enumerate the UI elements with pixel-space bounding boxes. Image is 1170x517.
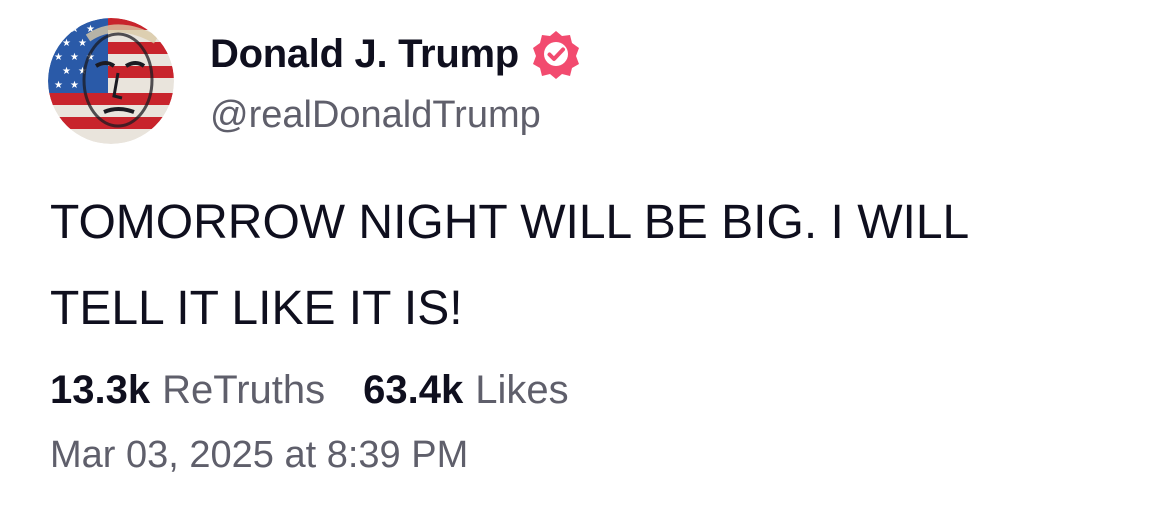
avatar[interactable]: ★ ★ ★ ★ ★ ★ ★ ★ ★ ★ ★ ★: [48, 18, 174, 144]
post-card: ★★★ ★★ ★★★ ★★ ★★ Donald J. Trump: [0, 0, 1170, 517]
display-name[interactable]: Donald J. Trump: [210, 32, 519, 77]
author-row: Donald J. Trump: [210, 28, 581, 80]
svg-text:★: ★: [54, 52, 63, 63]
avatar-image: ★ ★ ★ ★ ★ ★ ★ ★ ★ ★ ★ ★: [48, 18, 174, 144]
svg-text:★: ★: [54, 80, 63, 91]
retruths-count: 13.3k: [50, 368, 151, 412]
likes-label: Likes: [475, 368, 569, 412]
svg-text:★: ★: [54, 24, 63, 35]
likes-count: 63.4k: [363, 368, 464, 412]
verified-badge-icon: [531, 29, 581, 79]
svg-text:★: ★: [62, 66, 71, 77]
svg-text:★: ★: [70, 52, 79, 63]
svg-text:★: ★: [78, 38, 87, 49]
retruths-stat[interactable]: 13.3k ReTruths: [50, 368, 325, 413]
svg-text:★: ★: [62, 38, 71, 49]
post-stats: 13.3k ReTruths 63.4k Likes: [50, 368, 607, 413]
likes-stat[interactable]: 63.4k Likes: [363, 368, 569, 413]
svg-text:★: ★: [70, 24, 79, 35]
author-handle[interactable]: @realDonaldTrump: [210, 94, 541, 137]
retruths-label: ReTruths: [162, 368, 326, 412]
post-text: TOMORROW NIGHT WILL BE BIG. I WILL TELL …: [50, 196, 970, 335]
svg-text:★: ★: [70, 80, 79, 91]
post-timestamp[interactable]: Mar 03, 2025 at 8:39 PM: [50, 434, 468, 477]
